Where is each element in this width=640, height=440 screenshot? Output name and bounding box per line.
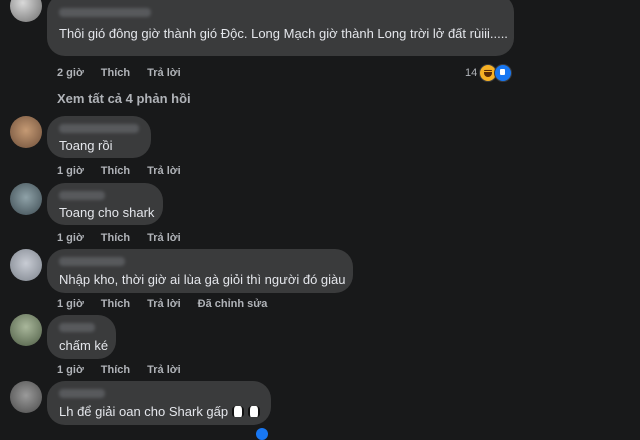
- penguin-emoji: [232, 406, 245, 417]
- avatar[interactable]: [10, 183, 42, 215]
- comment-text: Toang rồi: [59, 138, 113, 153]
- comment-bubble: Lh để giải oan cho Shark gấp: [47, 381, 271, 425]
- avatar[interactable]: [10, 116, 42, 148]
- like-button[interactable]: Thích: [101, 298, 130, 310]
- reply-button[interactable]: Trả lời: [147, 165, 181, 177]
- comment-actions: 1 giờ Thích Trả lời: [57, 232, 181, 244]
- comment-author[interactable]: [59, 257, 125, 266]
- comment-time[interactable]: 1 giờ: [57, 298, 84, 310]
- like-button[interactable]: Thích: [101, 165, 130, 177]
- avatar[interactable]: [10, 249, 42, 281]
- comment-actions: 2 giờ Thích Trả lời: [57, 67, 181, 79]
- comment-time[interactable]: 1 giờ: [57, 232, 84, 244]
- like-button[interactable]: Thích: [101, 364, 130, 376]
- comment-time[interactable]: 1 giờ: [57, 364, 84, 376]
- avatar[interactable]: [10, 314, 42, 346]
- comment-bubble: Nhập kho, thời giờ ai lùa gà giỏi thì ng…: [47, 249, 353, 293]
- comment-text: Lh để giải oan cho Shark gấp: [59, 404, 261, 419]
- like-icon: [494, 64, 513, 82]
- comment-author[interactable]: [59, 8, 151, 17]
- reply-button[interactable]: Trả lời: [147, 298, 181, 310]
- penguin-emoji: [248, 406, 261, 417]
- comment-bubble: Toang rồi: [47, 116, 151, 158]
- avatar[interactable]: [10, 381, 42, 413]
- comment-author[interactable]: [59, 191, 105, 200]
- comment-bubble: chấm ké: [47, 315, 116, 359]
- reply-button[interactable]: Trả lời: [147, 232, 181, 244]
- reply-button[interactable]: Trả lời: [147, 67, 181, 79]
- reply-button[interactable]: Trả lời: [147, 364, 181, 376]
- comment-time[interactable]: 1 giờ: [57, 165, 84, 177]
- reaction-count: 14: [465, 67, 478, 79]
- comment-actions: 1 giờ Thích Trả lời: [57, 364, 181, 376]
- view-all-replies-link[interactable]: Xem tất cả 4 phản hồi: [57, 91, 191, 106]
- comment-text: Thôi gió đông giờ thành gió Độc. Long Mạ…: [59, 26, 508, 41]
- reaction-summary[interactable]: 14: [465, 64, 513, 82]
- comment-text-content: Lh để giải oan cho Shark gấp: [59, 404, 229, 419]
- comment-bubble: Toang cho shark: [47, 183, 163, 225]
- comment-bubble: Thôi gió đông giờ thành gió Độc. Long Mạ…: [47, 0, 514, 56]
- comment-text: chấm ké: [59, 338, 109, 353]
- comment-author[interactable]: [59, 389, 105, 398]
- comment-actions: 1 giờ Thích Trả lời Đã chỉnh sửa: [57, 298, 267, 310]
- reaction-icon[interactable]: [256, 428, 268, 440]
- comment-actions: 1 giờ Thích Trả lời: [57, 165, 181, 177]
- comment-text: Toang cho shark: [59, 205, 155, 220]
- comment-text: Nhập kho, thời giờ ai lùa gà giỏi thì ng…: [59, 272, 346, 287]
- like-button[interactable]: Thích: [101, 232, 130, 244]
- avatar[interactable]: [10, 0, 42, 22]
- edited-label[interactable]: Đã chỉnh sửa: [198, 298, 268, 310]
- like-button[interactable]: Thích: [101, 67, 130, 79]
- comment-author[interactable]: [59, 124, 139, 133]
- comment-author[interactable]: [59, 323, 95, 332]
- comment-time[interactable]: 2 giờ: [57, 67, 84, 79]
